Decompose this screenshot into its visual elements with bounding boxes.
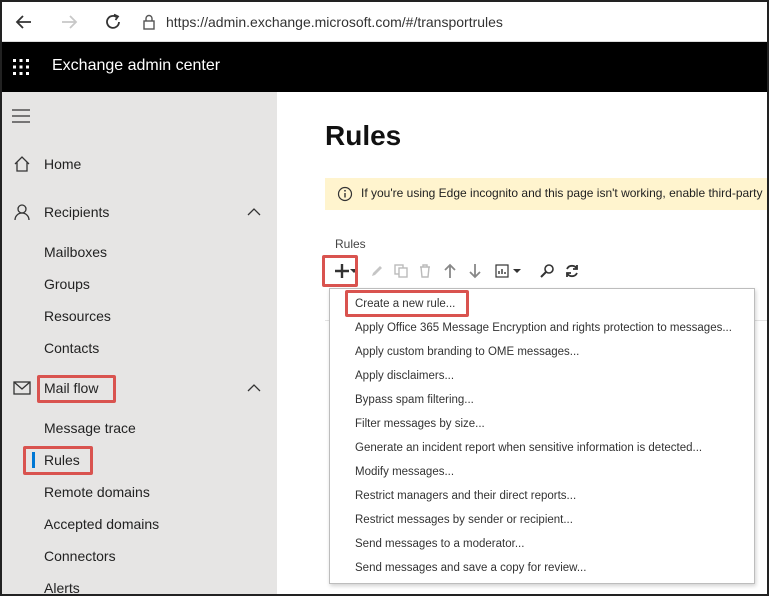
sidebar-item-groups[interactable]: Groups xyxy=(2,270,277,298)
forward-button[interactable] xyxy=(57,10,81,34)
address-bar[interactable]: https://admin.exchange.microsoft.com/#/t… xyxy=(142,7,762,37)
menu-item-moderator[interactable]: Send messages to a moderator... xyxy=(355,533,524,555)
sidebar-item-home[interactable]: Home xyxy=(2,149,277,179)
app-title: Exchange admin center xyxy=(52,57,221,74)
menu-item-filter-size[interactable]: Filter messages by size... xyxy=(355,413,485,435)
refresh-rules-button[interactable] xyxy=(562,261,582,281)
edit-rule-button[interactable] xyxy=(367,261,387,281)
copy-rule-button[interactable] xyxy=(391,261,411,281)
arrow-up-icon xyxy=(444,263,456,278)
back-button[interactable] xyxy=(12,10,36,34)
sidebar-item-contacts[interactable]: Contacts xyxy=(2,334,277,362)
highlight-box-create-rule xyxy=(345,290,469,317)
sidebar-item-label: Connectors xyxy=(44,548,116,564)
menu-item-ome-branding[interactable]: Apply custom branding to OME messages... xyxy=(355,341,579,363)
sidebar-item-resources[interactable]: Resources xyxy=(2,302,277,330)
menu-item-save-copy[interactable]: Send messages and save a copy for review… xyxy=(355,557,586,579)
sidebar-item-label: Mailboxes xyxy=(44,244,108,260)
arrow-left-icon xyxy=(15,15,31,29)
sidebar-item-label: Contacts xyxy=(44,340,100,356)
main-content: Rules If you're using Edge incognito and… xyxy=(277,92,767,594)
copy-icon xyxy=(394,264,408,278)
report-icon xyxy=(495,264,509,278)
search-button[interactable] xyxy=(537,261,557,281)
menu-item-restrict-managers[interactable]: Restrict managers and their direct repor… xyxy=(355,485,576,507)
sidebar-item-accepted-domains[interactable]: Accepted domains xyxy=(2,510,277,538)
highlight-box-mail-flow xyxy=(37,375,116,403)
info-banner-text: If you're using Edge incognito and this … xyxy=(361,186,763,200)
search-icon xyxy=(540,264,554,278)
mail-icon xyxy=(12,378,32,398)
rules-section-label: Rules xyxy=(335,237,366,251)
browser-toolbar: https://admin.exchange.microsoft.com/#/t… xyxy=(2,2,767,42)
caret-down-icon xyxy=(513,269,521,273)
refresh-icon xyxy=(106,13,120,29)
chevron-up-icon[interactable] xyxy=(246,204,262,220)
hamburger-menu-icon[interactable] xyxy=(12,109,30,123)
refresh-icon xyxy=(566,264,578,278)
menu-item-modify-messages[interactable]: Modify messages... xyxy=(355,461,454,483)
sidebar-item-message-trace[interactable]: Message trace xyxy=(2,414,277,442)
sidebar-item-label: Groups xyxy=(44,276,90,292)
info-icon xyxy=(337,186,353,202)
app-launcher-icon[interactable] xyxy=(12,58,30,76)
app-header: Exchange admin center xyxy=(2,42,767,92)
report-button[interactable] xyxy=(493,261,523,281)
page-title: Rules xyxy=(325,120,402,151)
sidebar-item-label: Remote domains xyxy=(44,484,150,500)
sidebar-item-recipients[interactable]: Recipients xyxy=(2,197,277,227)
move-down-button[interactable] xyxy=(465,261,485,281)
window-frame: https://admin.exchange.microsoft.com/#/t… xyxy=(0,0,769,596)
sidebar-item-label: Accepted domains xyxy=(44,516,160,532)
person-icon xyxy=(12,202,32,222)
arrow-right-icon xyxy=(62,15,78,29)
lock-icon xyxy=(143,14,155,30)
sidebar-item-label: Message trace xyxy=(44,420,136,436)
pencil-icon xyxy=(372,266,382,276)
sidebar-item-label: Alerts xyxy=(44,580,80,596)
sidebar-item-label: Recipients xyxy=(44,204,110,220)
chevron-up-icon[interactable] xyxy=(246,380,262,396)
highlight-box-rules xyxy=(23,446,93,475)
move-up-button[interactable] xyxy=(440,261,460,281)
new-rule-dropdown-menu: Create a new rule... Apply Office 365 Me… xyxy=(329,288,755,584)
sidebar-item-remote-domains[interactable]: Remote domains xyxy=(2,478,277,506)
trash-icon xyxy=(420,264,430,278)
menu-item-disclaimers[interactable]: Apply disclaimers... xyxy=(355,365,454,387)
arrow-down-icon xyxy=(469,264,481,279)
delete-rule-button[interactable] xyxy=(415,261,435,281)
sidebar-item-connectors[interactable]: Connectors xyxy=(2,542,277,570)
sidebar-item-alerts[interactable]: Alerts xyxy=(2,574,277,596)
home-icon xyxy=(12,154,32,174)
menu-item-restrict-sender[interactable]: Restrict messages by sender or recipient… xyxy=(355,509,573,531)
sidebar-item-mailboxes[interactable]: Mailboxes xyxy=(2,238,277,266)
highlight-box-add xyxy=(322,255,358,287)
url-text: https://admin.exchange.microsoft.com/#/t… xyxy=(166,14,503,30)
menu-item-encryption[interactable]: Apply Office 365 Message Encryption and … xyxy=(355,317,732,339)
info-banner: If you're using Edge incognito and this … xyxy=(325,178,767,210)
rules-toolbar xyxy=(322,255,625,287)
sidebar-item-label: Resources xyxy=(44,308,111,324)
refresh-button[interactable] xyxy=(101,10,125,34)
menu-item-bypass-spam[interactable]: Bypass spam filtering... xyxy=(355,389,474,411)
sidebar-item-label: Home xyxy=(44,156,82,172)
sidebar: Home Recipients Mailboxes Groups Resourc… xyxy=(2,92,277,596)
menu-item-incident-report[interactable]: Generate an incident report when sensiti… xyxy=(355,437,702,459)
